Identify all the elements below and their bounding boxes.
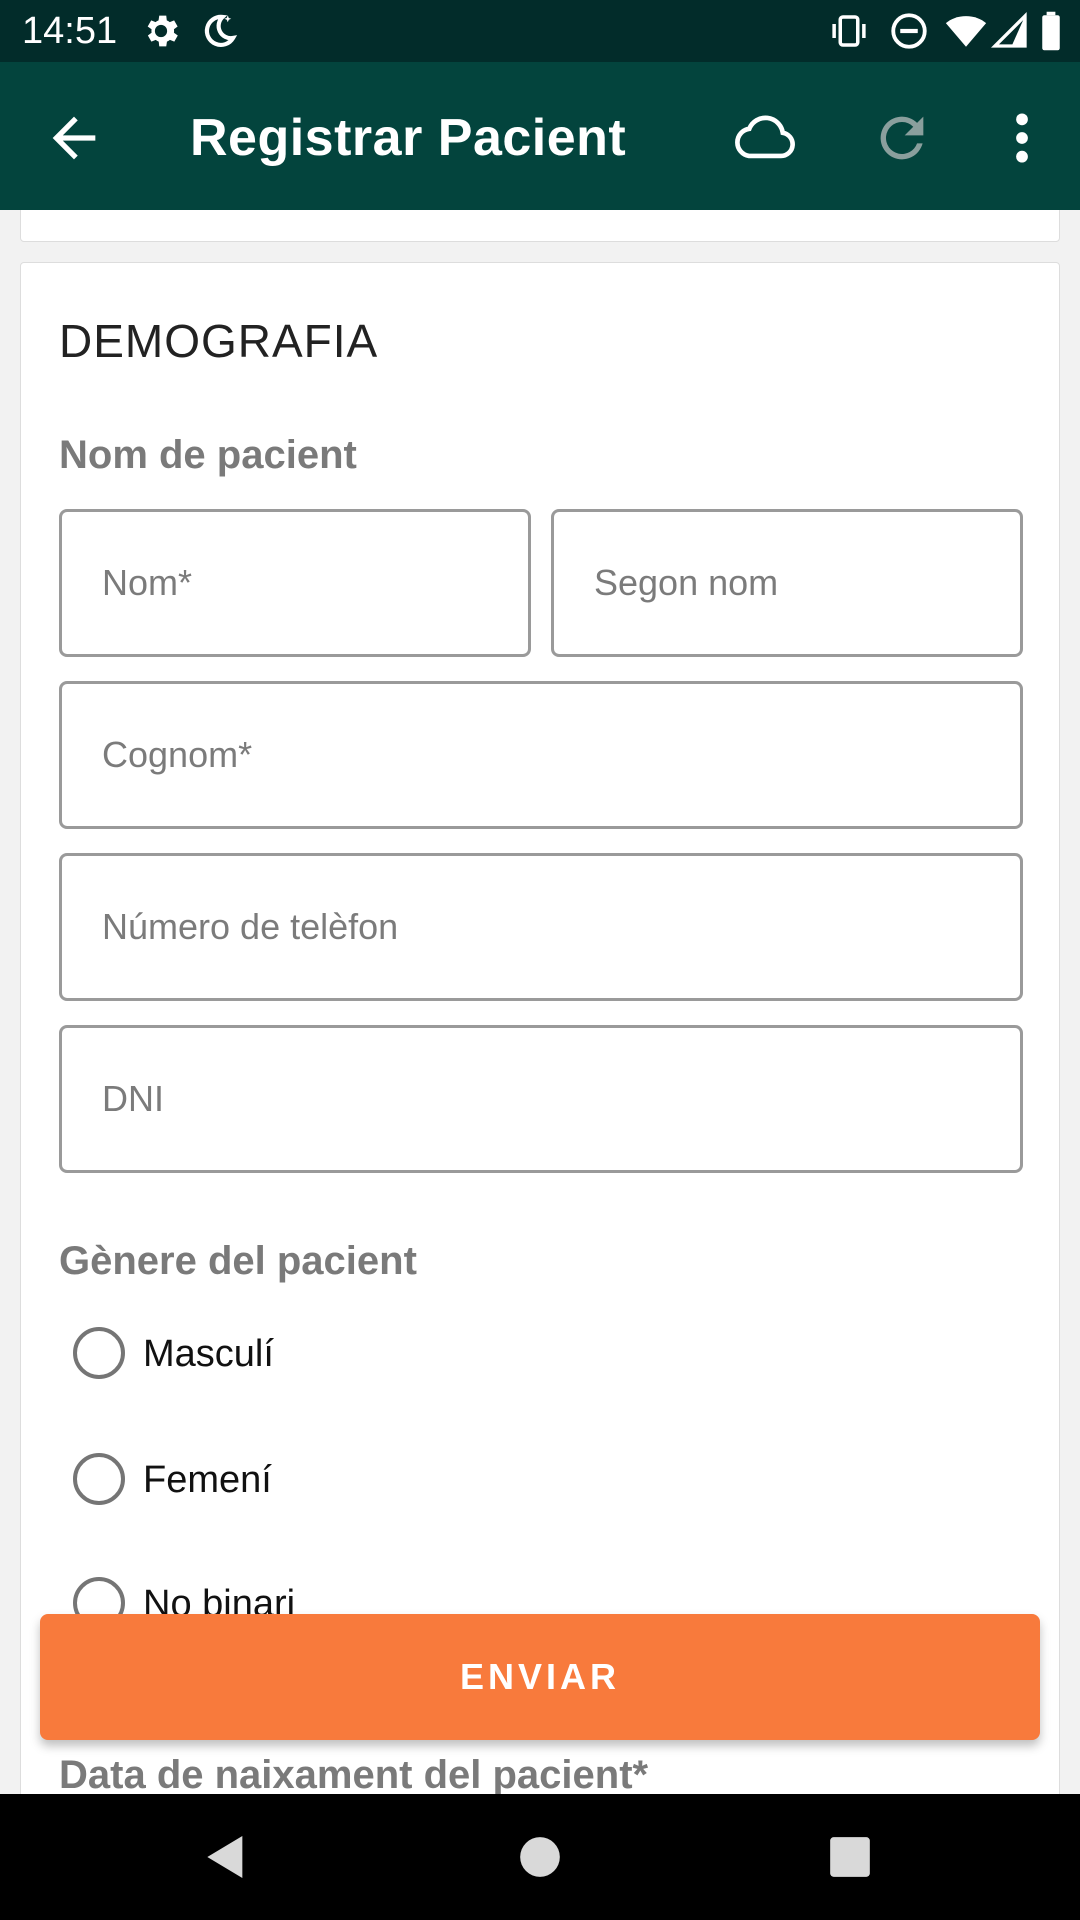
- battery-icon: [1042, 11, 1060, 51]
- radio-label: Femení: [143, 1459, 272, 1501]
- page-title: Registrar Pacient: [190, 109, 627, 167]
- phone-field[interactable]: [59, 853, 1023, 1001]
- birth-date-label: Data de naixament del pacient*: [59, 1753, 649, 1794]
- signal-icon: [990, 11, 1027, 48]
- system-nav-bar: [0, 1794, 1080, 1920]
- cloud-icon[interactable]: [730, 102, 800, 172]
- more-vert-icon[interactable]: [990, 106, 1054, 170]
- back-triangle-icon[interactable]: [198, 1829, 254, 1885]
- dni-input[interactable]: [62, 1028, 1020, 1170]
- recents-square-icon[interactable]: [822, 1829, 878, 1885]
- patient-gender-label: Gènere del pacient: [59, 1239, 417, 1283]
- vibrate-icon: [832, 15, 866, 47]
- dni-field[interactable]: [59, 1025, 1023, 1173]
- status-bar: 14:51: [0, 0, 1080, 62]
- radio-button[interactable]: [73, 1327, 125, 1379]
- app-bar: Registrar Pacient: [0, 62, 1080, 210]
- phone-input[interactable]: [62, 856, 1020, 998]
- do-not-disturb-icon: [891, 13, 927, 49]
- middle-name-field[interactable]: [551, 509, 1023, 657]
- refresh-icon[interactable]: [870, 106, 934, 170]
- home-circle-icon[interactable]: [512, 1829, 568, 1885]
- radio-button[interactable]: [73, 1453, 125, 1505]
- radio-label: Masculí: [143, 1333, 274, 1375]
- wifi-icon: [945, 16, 987, 47]
- previous-card: [20, 210, 1060, 242]
- first-name-input[interactable]: [62, 512, 528, 654]
- patient-name-label: Nom de pacient: [59, 433, 357, 477]
- first-name-field[interactable]: [59, 509, 531, 657]
- last-name-input[interactable]: [62, 684, 1020, 826]
- status-time: 14:51: [22, 10, 118, 52]
- last-name-field[interactable]: [59, 681, 1023, 829]
- submit-button[interactable]: ENVIAR: [40, 1614, 1040, 1740]
- night-mode-icon: [204, 14, 238, 47]
- gear-icon: [147, 15, 178, 47]
- demographics-card: DEMOGRAFIA Nom de pacient Gènere del pac…: [20, 262, 1060, 1794]
- form-scroll-area[interactable]: DEMOGRAFIA Nom de pacient Gènere del pac…: [0, 210, 1080, 1794]
- section-title: DEMOGRAFIA: [59, 315, 379, 367]
- middle-name-input[interactable]: [554, 512, 1020, 654]
- arrow-left-icon[interactable]: [42, 106, 106, 170]
